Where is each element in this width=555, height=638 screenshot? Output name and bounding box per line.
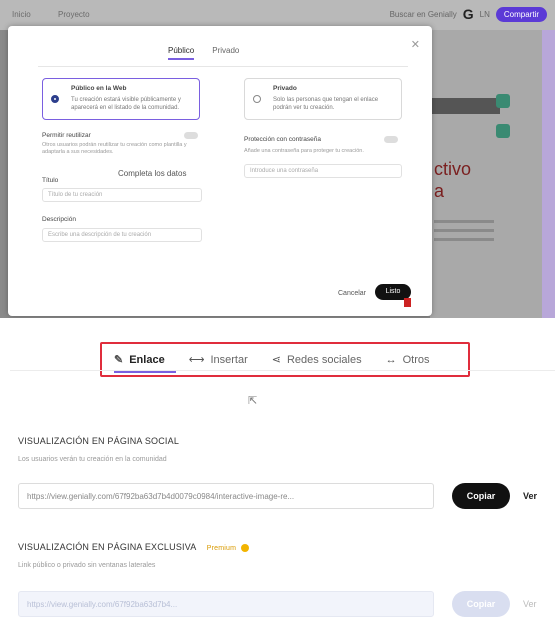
search-link[interactable]: Buscar en Genially <box>390 10 457 19</box>
option-private[interactable]: Privado Solo las personas que tengan el … <box>244 78 402 120</box>
close-icon[interactable]: ✕ <box>411 38 420 51</box>
password-field[interactable]: Introduce una contraseña <box>244 164 402 178</box>
complete-data-note: Completa los datos <box>118 169 187 178</box>
tab-others-label: Otros <box>402 353 430 366</box>
tab-embed[interactable]: ⟷ Insertar <box>188 353 248 367</box>
canvas-add-icon[interactable] <box>496 94 510 108</box>
tab-link[interactable]: ✎ Enlace <box>114 353 165 367</box>
option-private-title: Privado <box>273 85 297 92</box>
option-public-title: Público en la Web <box>71 85 127 92</box>
background-canvas: ctivo a <box>430 30 555 318</box>
tab-others[interactable]: ↔ Otros <box>386 353 430 366</box>
publish-modal: ✕ Público Privado Público en la Web Tu c… <box>8 26 432 316</box>
title-label: Título <box>42 177 59 184</box>
description-label: Descripción <box>42 216 76 223</box>
breadcrumb-home[interactable]: Inicio <box>12 10 31 19</box>
embed-icon: ⟷ <box>188 354 205 366</box>
canvas-edit-icon[interactable] <box>496 124 510 138</box>
share-tabs: ✎ Enlace ⟷ Insertar ⋖ Redes sociales ↔ O… <box>114 353 453 367</box>
tab-social[interactable]: ⋖ Redes sociales <box>271 353 362 367</box>
canvas-side-panel <box>542 30 555 318</box>
tabs-divider <box>10 370 555 371</box>
cancel-button[interactable]: Cancelar <box>338 290 366 297</box>
protect-hint: Añade una contraseña para proteger tu cr… <box>244 148 364 154</box>
premium-badge: Premium <box>206 544 250 553</box>
canvas-block <box>430 98 500 114</box>
canvas-text-lines <box>434 220 494 247</box>
exclusive-section-subtitle: Link público o privado sin ventanas late… <box>18 562 156 569</box>
see-social-link-button[interactable]: Ver <box>523 491 537 501</box>
pencil-icon: ✎ <box>114 354 124 366</box>
share-tabs-highlight: ✎ Enlace ⟷ Insertar ⋖ Redes sociales ↔ O… <box>100 342 470 377</box>
tab-link-label: Enlace <box>129 353 165 366</box>
social-section-subtitle: Los usuarios verán tu creación en la com… <box>18 456 167 463</box>
description-field[interactable]: Escribe una descripción de tu creación <box>42 228 202 242</box>
user-avatar[interactable]: LN <box>480 10 490 19</box>
premium-gem-icon <box>241 544 250 553</box>
radio-public[interactable] <box>51 95 59 103</box>
copy-exclusive-link-button[interactable]: Copiar <box>452 591 510 617</box>
reuse-toggle[interactable] <box>184 132 198 139</box>
modal-tab-public[interactable]: Público <box>168 46 195 60</box>
publish-modal-screenshot: Inicio Proyecto Buscar en Genially G LN … <box>0 0 555 318</box>
cursor-icon <box>404 298 411 307</box>
title-field[interactable]: Título de tu creación <box>42 188 202 202</box>
reuse-hint: Otros usuarios podrán reutilizar tu crea… <box>42 142 187 155</box>
modal-tabs: Público Privado <box>168 46 239 60</box>
share-panel: ✎ Enlace ⟷ Insertar ⋖ Redes sociales ↔ O… <box>0 318 555 638</box>
see-exclusive-link-button[interactable]: Ver <box>523 599 537 609</box>
genially-logo: G <box>462 6 474 22</box>
exclusive-section-title-text: VISUALIZACIÓN EN PÁGINA EXCLUSIVA <box>18 542 196 552</box>
reuse-label: Permitir reutilizar <box>42 132 91 139</box>
exclusive-link-field[interactable]: https://view.genially.com/67f92ba63d7b4.… <box>18 591 434 617</box>
option-public-text: Tu creación estará visible públicamente … <box>71 97 181 111</box>
option-public[interactable]: Público en la Web Tu creación estará vis… <box>42 78 200 120</box>
exclusive-section-title: VISUALIZACIÓN EN PÁGINA EXCLUSIVA Premiu… <box>18 542 250 553</box>
option-private-text: Solo las personas que tengan el enlace p… <box>273 97 379 111</box>
copy-social-link-button[interactable]: Copiar <box>452 483 510 509</box>
social-link-field[interactable]: https://view.genially.com/67f92ba63d7b4d… <box>18 483 434 509</box>
protect-toggle[interactable] <box>384 136 398 143</box>
tab-social-label: Redes sociales <box>286 353 362 366</box>
radio-private[interactable] <box>253 95 261 103</box>
breadcrumb-project[interactable]: Proyecto <box>58 10 90 19</box>
arrows-icon: ↔ <box>385 353 397 366</box>
tab-embed-label: Insertar <box>210 353 248 366</box>
mouse-cursor-icon: ⇱ <box>248 395 258 407</box>
share-icon: ⋖ <box>271 354 281 366</box>
protect-label: Protección con contraseña <box>244 136 321 143</box>
modal-divider <box>38 66 408 67</box>
modal-tab-private[interactable]: Privado <box>212 46 239 60</box>
premium-badge-label: Premium <box>206 545 237 552</box>
social-section-title: VISUALIZACIÓN EN PÁGINA SOCIAL <box>18 436 180 446</box>
canvas-title: ctivo a <box>434 159 472 201</box>
share-button[interactable]: Compartir <box>495 6 547 22</box>
active-tab-indicator <box>114 371 176 373</box>
